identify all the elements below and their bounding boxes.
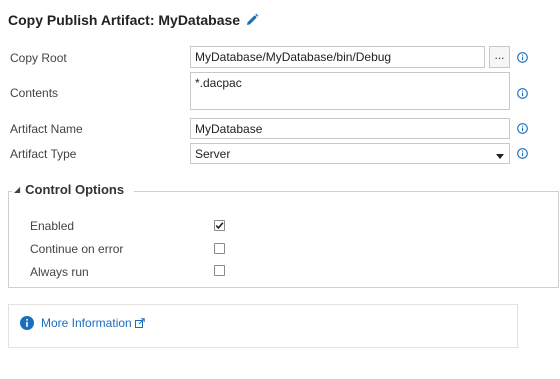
enabled-checkbox[interactable]	[214, 220, 225, 231]
always-run-checkbox[interactable]	[214, 265, 225, 276]
contents-textarea[interactable]: *.dacpac	[190, 72, 510, 110]
control-options-header[interactable]: ◢ Control Options	[14, 182, 127, 197]
copy-root-label: Copy Root	[10, 51, 67, 65]
artifact-type-value: Server	[195, 147, 231, 161]
caret-down-icon	[496, 149, 504, 163]
copy-root-input[interactable]: MyDatabase/MyDatabase/bin/Debug	[190, 46, 485, 68]
group-border-left	[8, 191, 12, 192]
page-title-text: Copy Publish Artifact: MyDatabase	[8, 12, 241, 28]
checkmark-icon	[215, 222, 224, 230]
artifact-type-select[interactable]: Server	[190, 143, 510, 164]
info-icon[interactable]	[517, 88, 528, 99]
control-options-group	[8, 191, 559, 288]
contents-label: Contents	[10, 86, 59, 100]
collapse-triangle-icon[interactable]: ◢	[14, 185, 20, 194]
info-icon[interactable]	[517, 52, 528, 63]
continue-on-error-label: Continue on error	[30, 242, 124, 256]
enabled-label: Enabled	[30, 219, 75, 233]
artifact-type-label: Artifact Type	[10, 147, 77, 161]
artifact-name-label: Artifact Name	[10, 122, 83, 136]
info-icon	[20, 316, 34, 330]
page-title: Copy Publish Artifact: MyDatabase	[8, 12, 259, 28]
artifact-name-input[interactable]: MyDatabase	[190, 118, 510, 139]
info-icon[interactable]	[517, 123, 528, 134]
browse-button[interactable]: ...	[489, 46, 510, 68]
more-information-label: More Information	[41, 316, 132, 330]
control-options-title: Control Options	[25, 182, 125, 197]
group-border-right	[134, 191, 559, 192]
info-icon[interactable]	[517, 148, 528, 159]
always-run-label: Always run	[30, 265, 89, 279]
more-information-link[interactable]: More Information	[20, 316, 145, 330]
external-link-icon	[134, 318, 145, 328]
continue-on-error-checkbox[interactable]	[214, 243, 225, 254]
pencil-icon[interactable]	[245, 13, 259, 27]
